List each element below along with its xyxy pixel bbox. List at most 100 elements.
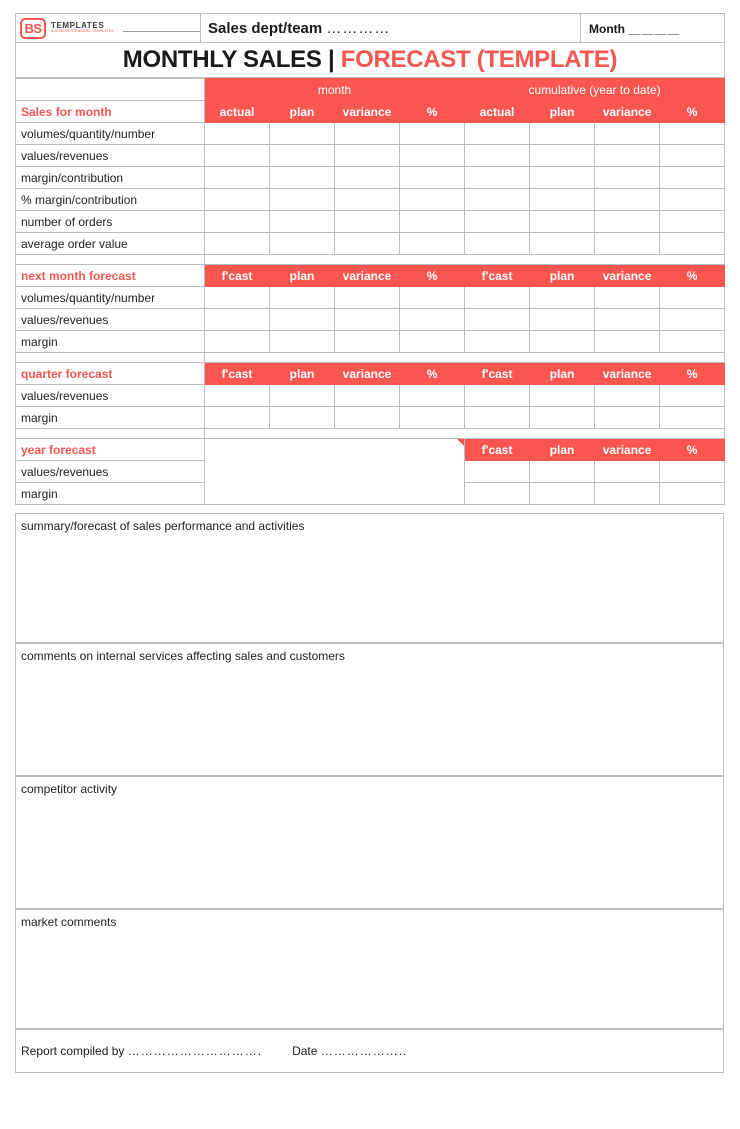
note-box-market[interactable]: market comments <box>15 909 724 1029</box>
data-cell[interactable] <box>529 406 596 429</box>
data-cell[interactable] <box>334 144 400 167</box>
data-cell[interactable] <box>269 166 335 189</box>
data-cell[interactable] <box>529 384 596 407</box>
data-cell[interactable] <box>594 384 661 407</box>
data-cell[interactable] <box>398 122 466 145</box>
note-box-competitor[interactable]: competitor activity <box>15 776 724 909</box>
data-cell[interactable] <box>659 330 726 353</box>
sales-dept-field[interactable]: Sales dept/team ………… <box>200 13 581 43</box>
data-cell[interactable] <box>334 406 400 429</box>
data-cell[interactable] <box>464 482 531 505</box>
data-cell[interactable] <box>398 166 466 189</box>
data-cell[interactable] <box>269 330 335 353</box>
data-cell[interactable] <box>659 188 726 211</box>
data-cell[interactable] <box>204 188 270 211</box>
data-cell[interactable] <box>269 308 335 331</box>
data-cell[interactable] <box>398 286 466 309</box>
data-cell[interactable] <box>529 308 596 331</box>
data-cell[interactable] <box>204 286 270 309</box>
data-cell[interactable] <box>464 122 531 145</box>
data-cell[interactable] <box>529 330 596 353</box>
data-cell[interactable] <box>398 144 466 167</box>
data-cell[interactable] <box>659 144 726 167</box>
data-cell[interactable] <box>659 460 726 483</box>
data-cell[interactable] <box>659 384 726 407</box>
data-cell[interactable] <box>659 122 726 145</box>
data-cell[interactable] <box>529 210 596 233</box>
data-cell[interactable] <box>594 232 661 255</box>
data-cell[interactable] <box>398 188 466 211</box>
data-cell[interactable] <box>334 188 400 211</box>
data-cell[interactable] <box>464 166 531 189</box>
data-cell[interactable] <box>529 460 596 483</box>
data-cell[interactable] <box>464 144 531 167</box>
data-cell[interactable] <box>204 330 270 353</box>
data-cell[interactable] <box>529 286 596 309</box>
data-cell[interactable] <box>464 406 531 429</box>
note-box-summary[interactable]: summary/forecast of sales performance an… <box>15 513 724 643</box>
data-cell[interactable] <box>334 330 400 353</box>
data-cell[interactable] <box>594 308 661 331</box>
data-cell[interactable] <box>594 210 661 233</box>
data-cell[interactable] <box>269 406 335 429</box>
data-cell[interactable] <box>594 460 661 483</box>
data-cell[interactable] <box>464 210 531 233</box>
note-box-internal-services[interactable]: comments on internal services affecting … <box>15 643 724 776</box>
month-field[interactable]: Month ＿＿＿＿ <box>580 13 725 43</box>
data-cell[interactable] <box>269 210 335 233</box>
data-cell[interactable] <box>594 144 661 167</box>
data-cell[interactable] <box>334 232 400 255</box>
data-cell[interactable] <box>269 144 335 167</box>
data-cell[interactable] <box>659 406 726 429</box>
compiled-by-blank[interactable]: …………………………. <box>128 1044 262 1058</box>
data-cell[interactable] <box>529 144 596 167</box>
data-cell[interactable] <box>464 188 531 211</box>
data-cell[interactable] <box>529 482 596 505</box>
data-cell[interactable] <box>204 122 270 145</box>
data-cell[interactable] <box>204 210 270 233</box>
data-cell[interactable] <box>464 330 531 353</box>
data-cell[interactable] <box>398 232 466 255</box>
data-cell[interactable] <box>204 232 270 255</box>
data-cell[interactable] <box>659 210 726 233</box>
data-cell[interactable] <box>594 166 661 189</box>
data-cell[interactable] <box>269 232 335 255</box>
data-cell[interactable] <box>464 460 531 483</box>
data-cell[interactable] <box>464 384 531 407</box>
data-cell[interactable] <box>529 232 596 255</box>
data-cell[interactable] <box>594 122 661 145</box>
data-cell[interactable] <box>269 122 335 145</box>
data-cell[interactable] <box>594 330 661 353</box>
data-cell[interactable] <box>464 286 531 309</box>
data-cell[interactable] <box>398 384 466 407</box>
data-cell[interactable] <box>659 286 726 309</box>
data-cell[interactable] <box>659 482 726 505</box>
data-cell[interactable] <box>594 482 661 505</box>
data-cell[interactable] <box>659 166 726 189</box>
data-cell[interactable] <box>334 122 400 145</box>
data-cell[interactable] <box>529 166 596 189</box>
data-cell[interactable] <box>659 308 726 331</box>
data-cell[interactable] <box>269 286 335 309</box>
data-cell[interactable] <box>204 144 270 167</box>
data-cell[interactable] <box>269 384 335 407</box>
data-cell[interactable] <box>398 330 466 353</box>
data-cell[interactable] <box>464 232 531 255</box>
data-cell[interactable] <box>334 210 400 233</box>
data-cell[interactable] <box>594 406 661 429</box>
data-cell[interactable] <box>398 308 466 331</box>
data-cell[interactable] <box>659 232 726 255</box>
data-cell[interactable] <box>464 308 531 331</box>
data-cell[interactable] <box>204 308 270 331</box>
data-cell[interactable] <box>204 406 270 429</box>
data-cell[interactable] <box>269 188 335 211</box>
date-blank[interactable]: ……………….. <box>321 1044 408 1058</box>
data-cell[interactable] <box>529 188 596 211</box>
data-cell[interactable] <box>334 308 400 331</box>
data-cell[interactable] <box>204 384 270 407</box>
data-cell[interactable] <box>334 286 400 309</box>
data-cell[interactable] <box>334 166 400 189</box>
data-cell[interactable] <box>398 406 466 429</box>
data-cell[interactable] <box>594 188 661 211</box>
data-cell[interactable] <box>204 166 270 189</box>
